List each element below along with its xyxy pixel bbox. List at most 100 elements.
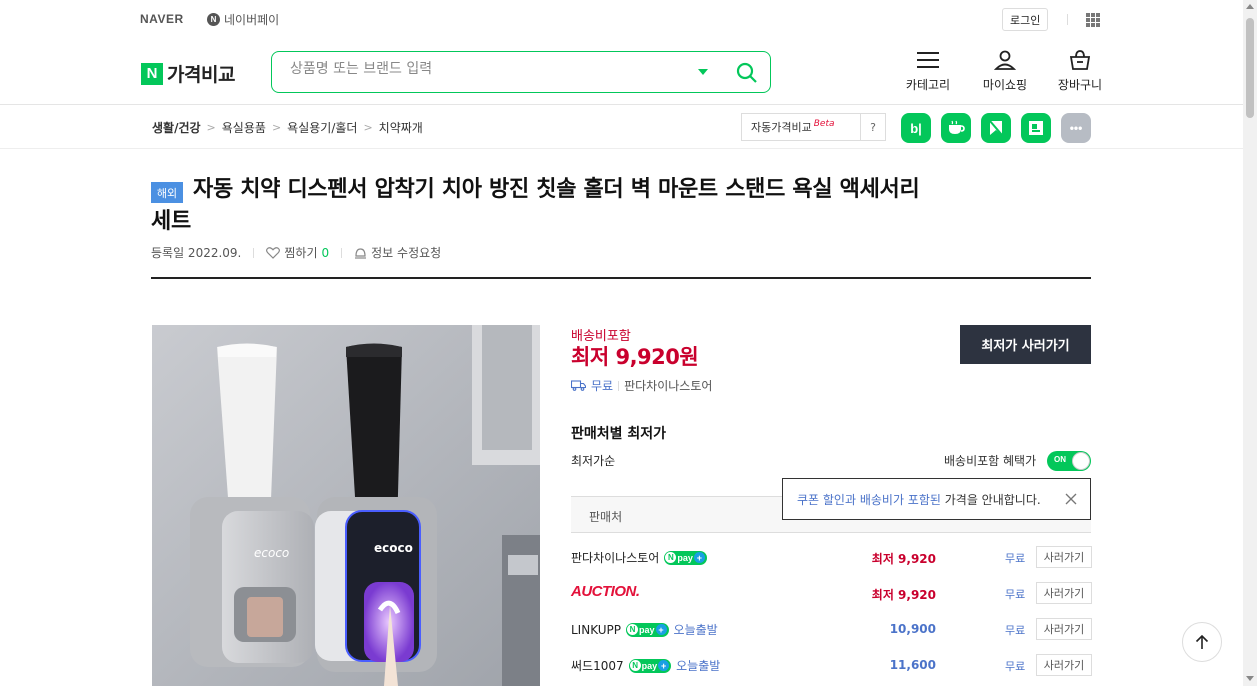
naverpay-icon: N — [207, 13, 220, 26]
offer-row[interactable]: AUCTION. 최저 9,920 무료 사러가기 — [571, 581, 1092, 605]
scroll-to-top-button[interactable] — [1182, 622, 1222, 662]
npay-plus-badge: Npay + — [628, 658, 672, 673]
user-icon — [994, 50, 1016, 70]
shipping-benefit-label: 배송비포함 혜택가 — [944, 454, 1037, 468]
search-dropdown-caret-icon[interactable] — [698, 69, 708, 75]
lowest-store-name[interactable]: 판다차이나스토어 — [624, 377, 712, 394]
offer-price[interactable]: 10,900 — [890, 622, 936, 636]
overseas-badge: 해외 — [151, 182, 183, 203]
seller-cell: AUCTION. — [571, 583, 640, 600]
sort-lowest-price[interactable]: 최저가순 — [571, 452, 615, 469]
scroll-down-arrow-icon[interactable] — [1246, 676, 1254, 681]
top-utility-bar: NAVER N 네이버페이 로그인 — [0, 0, 1243, 40]
brand-title: 가격비교 — [167, 64, 235, 86]
breadcrumb-item-1[interactable]: 생활/건강 — [152, 119, 201, 136]
more-dots-icon: ••• — [1069, 121, 1083, 135]
scrollbar-thumb[interactable] — [1246, 18, 1254, 118]
shipping-info: 무료 판다차이나스토어 — [571, 377, 712, 394]
go-buy-button[interactable]: 사러가기 — [1036, 582, 1092, 604]
divider — [618, 380, 620, 391]
bookmark-share-button[interactable] — [981, 113, 1011, 143]
auction-logo[interactable]: AUCTION. — [571, 583, 640, 600]
breadcrumb: 생활/건강 > 욕실용품 > 욕실용기/홀더 > 치약짜개 — [152, 119, 423, 136]
edit-request-button[interactable]: 정보 수정요청 — [354, 244, 441, 261]
lowest-price-buy-button[interactable]: 최저가 사러가기 — [960, 325, 1091, 364]
divider — [253, 247, 255, 258]
go-buy-button[interactable]: 사러가기 — [1036, 618, 1092, 640]
seller-cell: 판다차이나스토어 Npay + — [571, 549, 707, 566]
login-button[interactable]: 로그인 — [1002, 8, 1049, 31]
naver-logo[interactable]: NAVER — [140, 12, 184, 26]
search-input[interactable] — [290, 61, 690, 77]
offer-price[interactable]: 최저 9,920 — [872, 550, 936, 567]
breadcrumb-item-4[interactable]: 치약짜개 — [379, 119, 423, 136]
image-brand-left: ecoco — [254, 546, 290, 560]
search-box — [271, 51, 771, 93]
myshopping-button[interactable]: 마이쇼핑 — [975, 50, 1035, 93]
divider — [1067, 14, 1068, 25]
breadcrumb-separator: > — [206, 121, 216, 134]
seller-name[interactable]: 판다차이나스토어 — [571, 549, 659, 566]
memo-icon — [1029, 121, 1043, 135]
breadcrumb-item-2[interactable]: 욕실용품 — [222, 119, 266, 136]
auto-compare-button[interactable]: 자동가격비교 Beta — [741, 113, 861, 141]
blog-share-button[interactable]: b| — [901, 113, 931, 143]
breadcrumb-separator: > — [363, 121, 373, 134]
myshopping-label: 마이쇼핑 — [982, 78, 1028, 92]
more-share-button[interactable]: ••• — [1061, 113, 1091, 143]
edit-request-label: 정보 수정요청 — [371, 246, 442, 260]
cafe-cup-icon — [949, 120, 965, 134]
site-header: N 가격비교 카테고리 마이쇼핑 장바구니 — [0, 40, 1243, 105]
blog-icon: b| — [910, 120, 922, 136]
offer-row[interactable]: 판다차이나스토어 Npay + 최저 9,920 무료 사러가기 — [571, 545, 1092, 569]
breadcrumb-separator: > — [271, 121, 282, 134]
seller-name[interactable]: 써드1007 — [571, 657, 624, 674]
category-label: 카테고리 — [905, 78, 951, 92]
shopping-bag-icon — [1069, 50, 1091, 70]
category-button[interactable]: 카테고리 — [898, 50, 958, 93]
naverpay-link[interactable]: N 네이버페이 — [207, 11, 279, 28]
registered-date: 등록일 2022.09. — [151, 246, 242, 260]
help-button[interactable]: ? — [860, 113, 886, 141]
naverpay-label: 네이버페이 — [224, 13, 280, 27]
cart-label: 장바구니 — [1057, 78, 1103, 92]
npay-plus-badge: Npay + — [626, 622, 669, 637]
page-scrollbar[interactable] — [1243, 0, 1257, 686]
offer-row[interactable]: 써드1007 Npay + 오늘출발 11,600 무료 사러가기 — [571, 653, 1092, 677]
cafe-share-button[interactable] — [941, 113, 971, 143]
tooltip-highlight: 쿠폰 할인과 배송비가 포함된 — [797, 492, 941, 507]
toggle-knob — [1072, 452, 1090, 470]
offer-price[interactable]: 11,600 — [890, 658, 936, 672]
today-ship-label: 오늘출발 — [673, 623, 718, 637]
naver-n-icon: N — [141, 62, 163, 85]
image-brand-right: ecoco — [374, 541, 413, 555]
offer-price[interactable]: 최저 9,920 — [872, 586, 936, 603]
product-image[interactable]: ecoco ecoco — [152, 325, 540, 686]
shipping-benefit-toggle[interactable]: ON — [1047, 451, 1091, 471]
bell-icon — [355, 247, 367, 259]
wish-label: 찜하기 — [284, 246, 318, 260]
search-icon[interactable] — [735, 61, 759, 85]
price-compare-logo[interactable]: N 가격비교 — [141, 60, 235, 87]
breadcrumb-bar: 생활/건강 > 욕실용품 > 욕실용기/홀더 > 치약짜개 자동가격비교 Bet… — [0, 105, 1243, 149]
toggle-state: ON — [1054, 455, 1066, 464]
seller-name[interactable]: LINKUPP — [571, 623, 621, 637]
arrow-up-icon — [1195, 634, 1209, 649]
heart-icon — [266, 246, 281, 259]
go-buy-button[interactable]: 사러가기 — [1036, 546, 1092, 568]
shipping-benefit-tooltip: 쿠폰 할인과 배송비가 포함된 가격을 안내합니다. — [782, 478, 1091, 520]
memo-share-button[interactable] — [1021, 113, 1051, 143]
npay-plus-badge: Npay + — [664, 550, 707, 565]
breadcrumb-item-3[interactable]: 욕실용기/홀더 — [287, 119, 357, 136]
offer-row[interactable]: LINKUPP Npay + 오늘출발 10,900 무료 사러가기 — [571, 617, 1092, 641]
go-buy-button[interactable]: 사러가기 — [1036, 654, 1092, 676]
app-grid-icon[interactable] — [1086, 13, 1100, 27]
cart-button[interactable]: 장바구니 — [1050, 50, 1110, 93]
truck-icon — [571, 380, 586, 391]
scroll-up-arrow-icon[interactable] — [1246, 4, 1254, 9]
offer-shipping: 무료 — [1005, 624, 1026, 637]
wish-button[interactable]: 찜하기 0 — [266, 244, 329, 261]
close-icon[interactable] — [1064, 492, 1078, 506]
seller-cell: LINKUPP Npay + 오늘출발 — [571, 621, 718, 638]
hamburger-menu-icon — [917, 52, 939, 68]
